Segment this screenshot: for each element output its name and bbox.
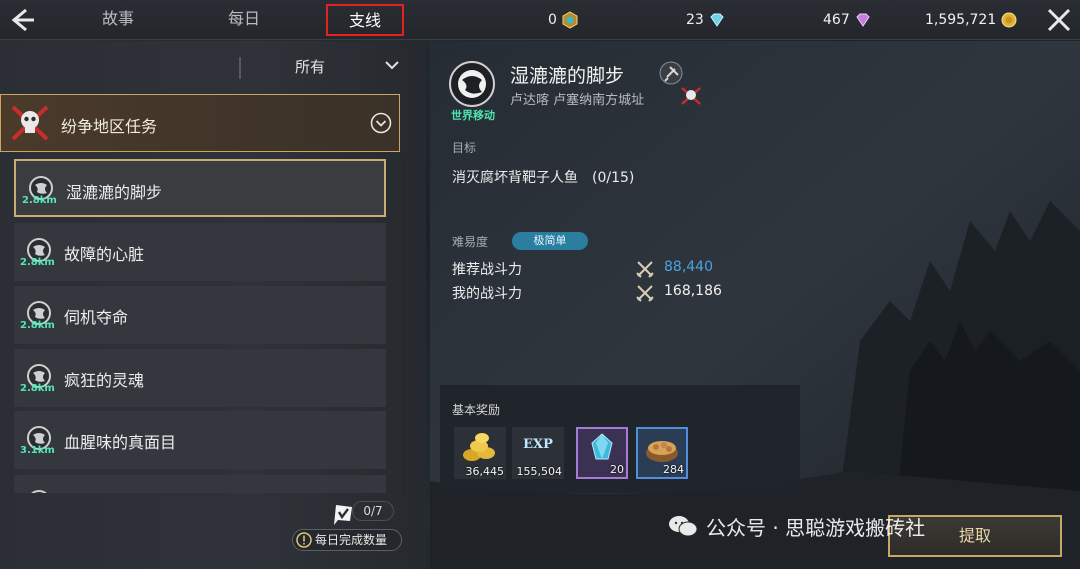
quest-location: 卢达喀 卢塞纳南方城址 <box>510 93 645 108</box>
emblem-coin-icon <box>562 11 578 29</box>
reward-qty: 284 <box>663 463 684 476</box>
quest-name: 疯狂的灵魂 <box>64 371 145 390</box>
reward-qty: 36,445 <box>465 465 505 478</box>
currency-emblem[interactable]: 0 <box>548 9 579 31</box>
quest-distance: 2.8km <box>22 195 57 206</box>
blue-diamond-icon <box>710 13 724 27</box>
currency-blue-diamond[interactable]: 23 <box>686 9 726 31</box>
quest-category-header[interactable]: 纷争地区任务 <box>0 94 400 152</box>
crossed-swords-skull-icon <box>11 105 49 141</box>
top-bar: 故事 每日 支线 0 23 467 1,595,721 <box>0 0 1080 40</box>
recommended-cp-label: 推荐战斗力 <box>452 262 522 278</box>
quest-category-label: 纷争地区任务 <box>61 117 158 136</box>
difficulty-heading: 难易度 <box>452 235 489 249</box>
nuts-bowl-icon <box>646 441 678 462</box>
watermark-text: 公众号 · 思聪游戏搬砖社 <box>706 515 926 540</box>
reward-qty: 20 <box>610 463 624 476</box>
quest-title: 湿漉漉的脚步 <box>510 65 625 87</box>
back-arrow-icon[interactable] <box>4 4 36 36</box>
reward-qty: 155,504 <box>516 465 563 478</box>
globe-marker-icon <box>31 490 47 493</box>
quest-list-item[interactable]: 2.8km 故障的心脏 <box>14 223 386 281</box>
daily-count-value: 0/7 <box>352 501 394 521</box>
exp-label: EXP <box>523 437 553 452</box>
quest-name: 伺机夺命 <box>64 308 129 327</box>
quest-list-item[interactable]: 2.8km 伺机夺命 <box>14 286 386 344</box>
world-move-label: 世界移动 <box>451 109 495 122</box>
difficulty-badge: 极简单 <box>512 232 588 250</box>
quest-list-item[interactable]: 2.8km 湿漉漉的脚步 <box>14 159 386 217</box>
currency-emblem-value: 0 <box>548 12 557 28</box>
recommended-cp-value: 88,440 <box>664 259 713 275</box>
currency-gold[interactable]: 1,595,721 <box>925 9 1018 31</box>
world-move-globe-icon[interactable] <box>448 60 496 108</box>
quest-distance: 3.1km <box>20 445 55 456</box>
filter-divider <box>239 57 241 79</box>
quest-list[interactable]: 2.8km 湿漉漉的脚步 2.8km 故障的心脏 2.8km 伺机夺命 2.8k… <box>0 159 400 493</box>
quest-list-item-partial[interactable] <box>14 475 386 493</box>
gold-coin-icon <box>1001 12 1017 28</box>
crystal-icon <box>591 433 613 460</box>
wechat-icon <box>669 516 698 537</box>
currency-blue-diamond-value: 23 <box>686 12 704 28</box>
quest-name: 血腥味的真面目 <box>64 433 177 452</box>
tab-side-quest[interactable]: 支线 <box>326 4 404 36</box>
quest-name: 故障的心脏 <box>64 245 145 264</box>
chevron-down-icon[interactable] <box>384 59 400 71</box>
collapse-toggle-icon[interactable] <box>370 112 392 134</box>
watermark: 公众号 · 思聪游戏搬砖社 <box>668 512 925 540</box>
reward-heading: 基本奖励 <box>452 403 501 417</box>
reward-panel: 基本奖励 36,445 EXP 155,504 20 284 <box>440 385 800 493</box>
close-icon[interactable] <box>1044 5 1074 35</box>
currency-purple-diamond-value: 467 <box>823 12 850 28</box>
alert-icon <box>296 532 312 548</box>
tab-daily[interactable]: 每日 <box>214 7 274 33</box>
my-cp-value: 168,186 <box>664 283 722 299</box>
quest-list-item[interactable]: 2.8km 疯狂的灵魂 <box>14 349 386 407</box>
crossed-swords-skull-icon <box>681 87 701 105</box>
crossed-swords-icon <box>636 261 654 278</box>
quest-distance: 2.8km <box>20 320 55 331</box>
purple-diamond-icon <box>856 13 870 27</box>
currency-gold-value: 1,595,721 <box>925 12 997 28</box>
reward-gold[interactable]: 36,445 <box>454 427 506 479</box>
quest-name: 湿漉漉的脚步 <box>66 183 163 202</box>
reward-exp[interactable]: EXP 155,504 <box>512 427 564 479</box>
goal-text: 消灭腐坏背靶子人鱼 (0/15) <box>452 170 635 186</box>
tab-story[interactable]: 故事 <box>88 7 148 33</box>
pin-icon[interactable] <box>658 61 684 85</box>
quest-list-scrollbar[interactable] <box>401 159 405 493</box>
filter-dropdown[interactable]: 所有 <box>270 56 350 77</box>
currency-purple-diamond[interactable]: 467 <box>823 9 872 31</box>
reward-crystal[interactable]: 20 <box>576 427 628 479</box>
my-cp-label: 我的战斗力 <box>452 286 522 302</box>
gold-coins-icon <box>463 433 495 461</box>
goal-heading: 目标 <box>452 141 477 155</box>
quest-distance: 2.8km <box>20 257 55 268</box>
quest-sidebar: 所有 纷争地区任务 2.8km 湿漉漉的脚步 2.8km 故障的心脏 2.8km… <box>0 41 426 569</box>
reward-nuts[interactable]: 284 <box>636 427 688 479</box>
crossed-swords-icon <box>636 285 654 302</box>
quest-list-item[interactable]: 3.1km 血腥味的真面目 <box>14 411 386 469</box>
quest-detail-panel: 世界移动 湿漉漉的脚步 卢达喀 卢塞纳南方城址 目标 消灭腐坏背靶子人鱼 (0/… <box>430 41 1080 569</box>
quest-distance: 2.8km <box>20 383 55 394</box>
